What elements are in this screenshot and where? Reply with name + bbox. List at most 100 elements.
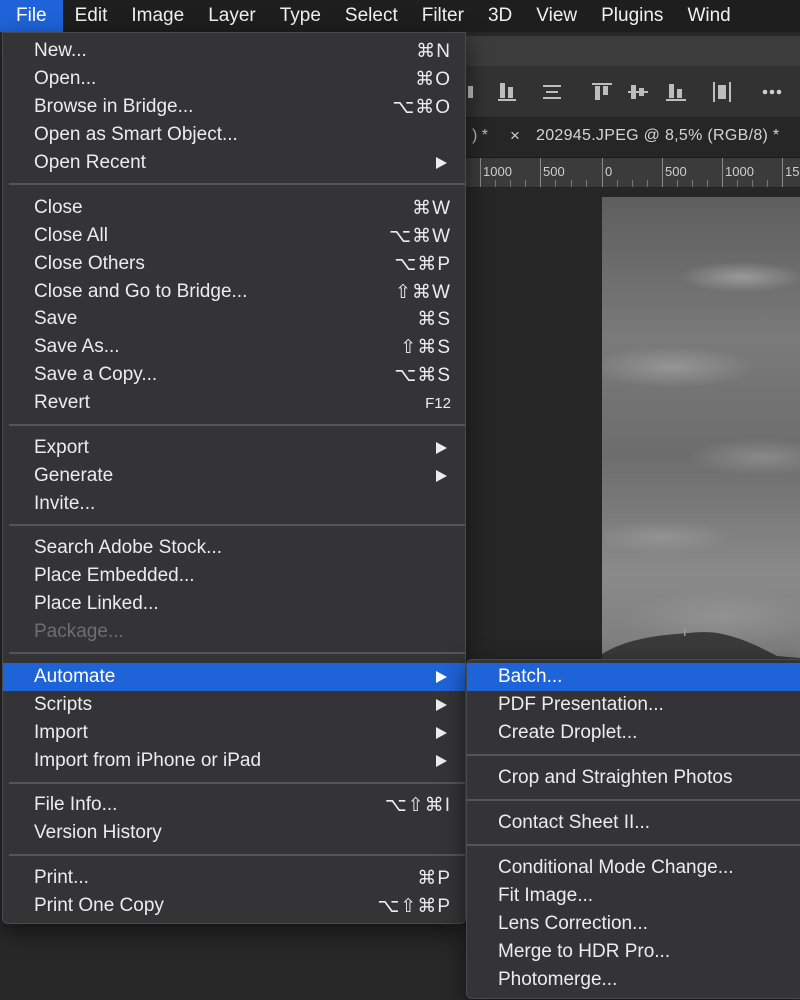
menu-item-merge-to-hdr-pro[interactable]: Merge to HDR Pro...: [467, 938, 800, 966]
align-vertical-center-icon[interactable]: [626, 80, 650, 104]
menu-select[interactable]: Select: [333, 0, 410, 32]
distribute-icon[interactable]: [710, 80, 734, 104]
ruler-tick: [722, 158, 723, 187]
shortcut-label: ⌘O: [415, 69, 451, 90]
menu-item-label: Place Embedded...: [34, 565, 195, 586]
menu-item-label: Scripts: [34, 694, 93, 715]
menu-type[interactable]: Type: [268, 0, 333, 32]
menu-item-close[interactable]: Close ⌘W: [3, 194, 465, 222]
menu-item-search-adobe-stock[interactable]: Search Adobe Stock...: [3, 534, 465, 562]
menu-item-print-one-copy[interactable]: Print One Copy ⌥⇧⌘P: [3, 892, 465, 920]
submenu-arrow-icon: [436, 671, 447, 683]
menu-item-crop-and-straighten[interactable]: Crop and Straighten Photos: [467, 764, 800, 792]
app-header-bar: [466, 36, 800, 66]
menu-item-photomerge[interactable]: Photomerge...: [467, 966, 800, 994]
menu-item-lens-correction[interactable]: Lens Correction...: [467, 910, 800, 938]
menu-item-open[interactable]: Open... ⌘O: [3, 65, 465, 93]
menu-item-import-from-iphone[interactable]: Import from iPhone or iPad: [3, 747, 465, 775]
align-bottom-edge-icon[interactable]: [664, 80, 688, 104]
menu-item-file-info[interactable]: File Info... ⌥⇧⌘I: [3, 791, 465, 819]
align-bottom-icon[interactable]: [496, 80, 520, 104]
previous-tab-fragment[interactable]: ) *: [472, 127, 488, 145]
ruler-minor-tick: [586, 180, 587, 187]
menu-item-label: Invite...: [34, 493, 96, 514]
menu-item-close-all[interactable]: Close All ⌥⌘W: [3, 222, 465, 250]
shortcut-label: F12: [425, 395, 451, 412]
menu-filter[interactable]: Filter: [410, 0, 476, 32]
menu-item-version-history[interactable]: Version History: [3, 819, 465, 847]
menu-item-place-linked[interactable]: Place Linked...: [3, 590, 465, 618]
submenu-arrow-icon: [436, 470, 447, 482]
menu-item-place-embedded[interactable]: Place Embedded...: [3, 562, 465, 590]
menu-item-label: File Info...: [34, 794, 118, 815]
menu-item-create-droplet[interactable]: Create Droplet...: [467, 719, 800, 747]
menu-plugins[interactable]: Plugins: [589, 0, 675, 32]
menu-image[interactable]: Image: [119, 0, 196, 32]
menu-item-save[interactable]: Save ⌘S: [3, 305, 465, 333]
tab-close-icon[interactable]: ×: [510, 126, 520, 146]
menu-item-scripts[interactable]: Scripts: [3, 691, 465, 719]
menu-item-batch[interactable]: Batch...: [467, 663, 800, 691]
menu-item-label: Save As...: [34, 336, 120, 357]
menu-item-print[interactable]: Print... ⌘P: [3, 864, 465, 892]
ruler-minor-tick: [647, 180, 648, 187]
menu-3d[interactable]: 3D: [476, 0, 524, 32]
menu-separator: [467, 844, 800, 846]
document-image[interactable]: [602, 197, 800, 667]
menu-separator: [9, 854, 465, 856]
menu-item-label: Close Others: [34, 253, 145, 274]
file-menu: New... ⌘N Open... ⌘O Browse in Bridge...…: [2, 32, 466, 924]
ruler-minor-tick: [752, 180, 753, 187]
ruler-minor-tick: [525, 180, 526, 187]
menu-item-open-recent[interactable]: Open Recent: [3, 149, 465, 177]
menu-item-close-and-go-to-bridge[interactable]: Close and Go to Bridge... ⇧⌘W: [3, 278, 465, 306]
menu-view[interactable]: View: [524, 0, 589, 32]
menu-window[interactable]: Wind: [675, 0, 730, 32]
menu-item-save-as[interactable]: Save As... ⇧⌘S: [3, 333, 465, 361]
menu-item-label: Print...: [34, 867, 89, 888]
menu-item-label: New...: [34, 40, 87, 61]
align-center-icon[interactable]: [540, 80, 564, 104]
menu-item-invite[interactable]: Invite...: [3, 490, 465, 518]
shortcut-label: ⌘S: [417, 309, 451, 330]
menu-item-label: Search Adobe Stock...: [34, 537, 223, 558]
menu-item-revert[interactable]: Revert F12: [3, 389, 465, 417]
menu-item-close-others[interactable]: Close Others ⌥⌘P: [3, 250, 465, 278]
menu-item-label: Lens Correction...: [498, 913, 648, 934]
menu-item-export[interactable]: Export: [3, 434, 465, 462]
align-top-icon[interactable]: [590, 80, 614, 104]
document-tab-title[interactable]: 202945.JPEG @ 8,5% (RGB/8) *: [536, 127, 779, 145]
ruler-minor-tick: [571, 180, 572, 187]
menu-item-label: Crop and Straighten Photos: [498, 767, 733, 788]
menu-item-conditional-mode-change[interactable]: Conditional Mode Change...: [467, 854, 800, 882]
menu-item-label: Create Droplet...: [498, 722, 638, 743]
menu-item-browse-in-bridge[interactable]: Browse in Bridge... ⌥⌘O: [3, 93, 465, 121]
menu-item-fit-image[interactable]: Fit Image...: [467, 882, 800, 910]
submenu-arrow-icon: [436, 157, 447, 169]
menu-file[interactable]: File: [0, 0, 63, 32]
menu-item-label: Revert: [34, 392, 90, 413]
menu-item-pdf-presentation[interactable]: PDF Presentation...: [467, 691, 800, 719]
shortcut-label: ⇧⌘W: [395, 282, 451, 303]
menu-item-open-as-smart-object[interactable]: Open as Smart Object...: [3, 121, 465, 149]
menu-item-new[interactable]: New... ⌘N: [3, 37, 465, 65]
menu-item-automate[interactable]: Automate: [3, 663, 465, 691]
menu-item-label: Open Recent: [34, 152, 146, 173]
menu-item-import[interactable]: Import: [3, 719, 465, 747]
menu-item-label: Print One Copy: [34, 895, 164, 916]
menu-item-label: Save a Copy...: [34, 364, 158, 385]
menu-edit[interactable]: Edit: [63, 0, 120, 32]
ruler-minor-tick: [617, 180, 618, 187]
menu-item-generate[interactable]: Generate: [3, 462, 465, 490]
menu-item-label: Conditional Mode Change...: [498, 857, 734, 878]
menu-item-contact-sheet[interactable]: Contact Sheet II...: [467, 809, 800, 837]
menu-separator: [9, 652, 465, 654]
menu-item-label: Browse in Bridge...: [34, 96, 194, 117]
align-icon[interactable]: [466, 80, 490, 104]
menu-item-label: Close and Go to Bridge...: [34, 281, 248, 302]
menu-item-label: Batch...: [498, 666, 563, 687]
menu-item-save-a-copy[interactable]: Save a Copy... ⌥⌘S: [3, 361, 465, 389]
more-options-icon[interactable]: [760, 80, 784, 104]
menu-layer[interactable]: Layer: [196, 0, 268, 32]
shortcut-label: ⌥⌘S: [394, 365, 451, 386]
